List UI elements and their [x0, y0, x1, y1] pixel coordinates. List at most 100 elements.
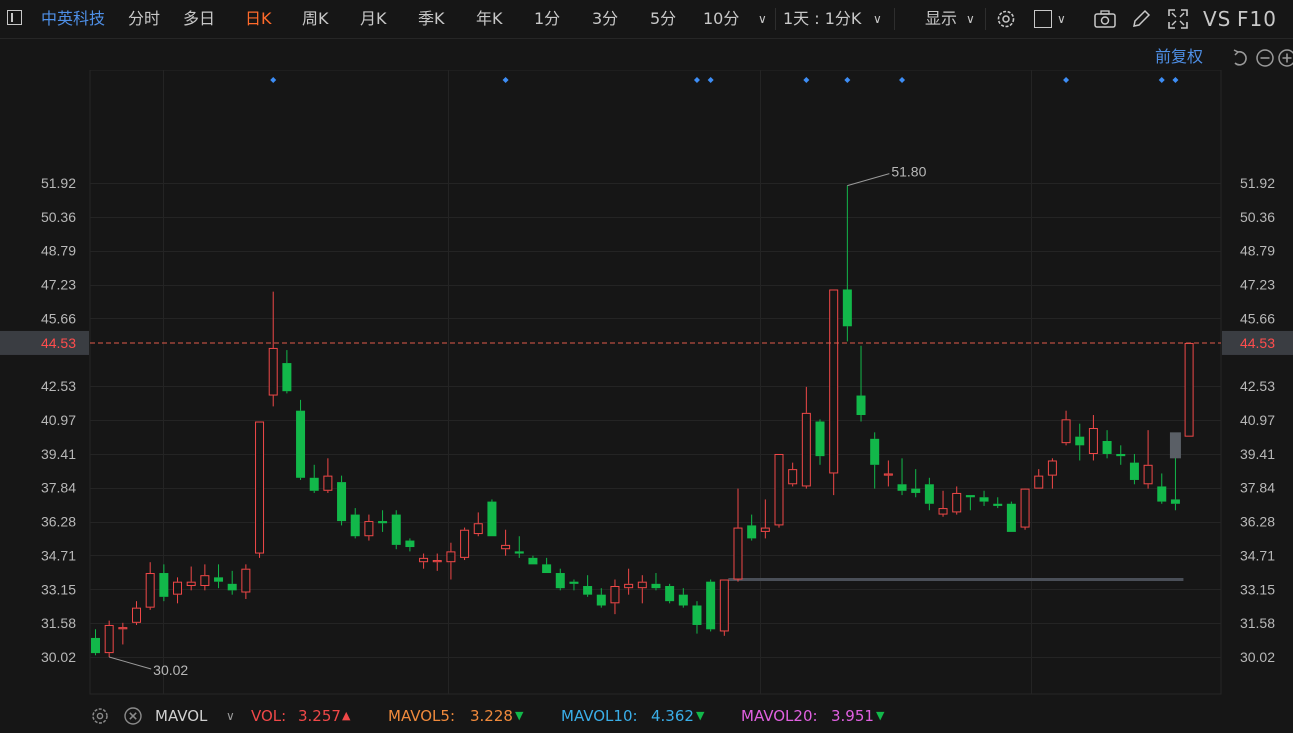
event-marker-icon [502, 77, 509, 83]
candle [747, 514, 757, 541]
f10-button[interactable]: F10 [1237, 0, 1277, 38]
zoom-in-icon[interactable] [1277, 48, 1293, 68]
chart-grid [89, 70, 1222, 695]
candle-body [651, 583, 661, 589]
tab-10min[interactable]: 10分 [703, 0, 739, 38]
vol-label: VOL: [251, 707, 287, 725]
candle-body [692, 605, 702, 625]
price-tick-left: 47.23 [41, 277, 76, 293]
candle-body [350, 514, 360, 537]
candlestick-chart[interactable]: 51.92 51.92 50.36 50.36 48.79 48.79 47.23 47.23… [0, 70, 1293, 700]
candle-body [815, 421, 825, 457]
tab-5min[interactable]: 5分 [650, 0, 676, 38]
candle [186, 566, 196, 591]
candle-body [938, 508, 948, 515]
candle [1034, 469, 1044, 489]
price-tick-left: 50.36 [41, 209, 76, 225]
indicator-chevron-icon[interactable]: ∨ [226, 705, 235, 727]
candle-body [173, 581, 183, 595]
gear-icon[interactable] [90, 706, 110, 726]
candle [473, 512, 483, 537]
event-marker-icon [803, 77, 810, 83]
candle [555, 568, 565, 591]
sidebar-toggle-icon[interactable] [7, 10, 22, 25]
price-tick-right: 48.79 [1240, 243, 1275, 259]
high-price-label: 51.80 [891, 164, 926, 180]
event-marker-icon [899, 77, 906, 83]
pencil-icon[interactable] [1130, 8, 1152, 30]
candle [173, 577, 183, 604]
fullscreen-icon[interactable] [1167, 8, 1189, 30]
candle [719, 579, 729, 636]
candle-body [323, 475, 333, 491]
camera-icon[interactable] [1093, 9, 1117, 29]
undo-icon[interactable] [1230, 48, 1250, 68]
tab-weekly-k[interactable]: 周K [302, 0, 329, 38]
candle [610, 579, 620, 615]
candle [514, 536, 524, 558]
price-adjust-toggle[interactable]: 前复权 [1155, 44, 1203, 70]
tab-quarterly-k[interactable]: 季K [418, 0, 445, 38]
tab-yearly-k[interactable]: 年K [476, 0, 503, 38]
tab-multi-day[interactable]: 多日 [183, 0, 215, 38]
toolbar-divider [894, 8, 895, 30]
candle [268, 291, 278, 407]
tab-daily-k[interactable]: 日K [245, 0, 272, 38]
tabs-more-chevron-icon[interactable]: ∨ [758, 0, 767, 38]
price-tick-left: 31.58 [41, 615, 76, 631]
candles [91, 185, 1194, 657]
candle [132, 601, 142, 625]
period-chevron-icon[interactable]: ∨ [873, 0, 882, 38]
price-tick-left: 34.71 [41, 547, 76, 563]
candle-body [241, 568, 251, 593]
plot-frame [89, 70, 1222, 695]
tab-1min[interactable]: 1分 [534, 0, 560, 38]
vol-value: 3.257 [298, 707, 341, 725]
close-icon[interactable] [123, 706, 143, 726]
candle [1061, 410, 1071, 446]
tab-3min[interactable]: 3分 [592, 0, 618, 38]
candle-body [460, 529, 470, 558]
price-tick-left: 42.53 [41, 378, 76, 394]
candle-body [186, 581, 196, 587]
candle [829, 289, 839, 496]
price-tick-left: 48.79 [41, 243, 76, 259]
candle [350, 508, 360, 539]
mavol10-down-icon: ▼ [696, 709, 705, 722]
candle-body [91, 637, 100, 654]
candle-body [528, 557, 538, 565]
candle-body [1034, 475, 1044, 489]
candle-body [774, 453, 784, 526]
candle-body [405, 540, 415, 548]
price-tick-left: 39.41 [41, 446, 76, 462]
candle-body [760, 527, 770, 532]
toolbar-divider [775, 8, 776, 30]
candle [596, 588, 606, 608]
indicator-name[interactable]: MAVOL [155, 705, 207, 727]
candle-body [1020, 488, 1030, 528]
display-chevron-icon[interactable]: ∨ [966, 0, 975, 38]
candle-body [1184, 342, 1194, 437]
display-menu[interactable]: 显示 [925, 0, 957, 38]
candle-body [596, 594, 606, 606]
candle [391, 510, 401, 550]
candle [706, 579, 716, 632]
candle [870, 432, 880, 489]
tab-monthly-k[interactable]: 月K [360, 0, 387, 38]
price-tick-right: 31.58 [1240, 615, 1275, 631]
layout-chevron-icon[interactable]: ∨ [1057, 0, 1066, 38]
zoom-out-icon[interactable] [1255, 48, 1275, 68]
candle [378, 510, 388, 532]
candle [760, 499, 770, 539]
stock-name[interactable]: 中英科技 [41, 0, 105, 38]
candle [200, 564, 210, 591]
gear-icon[interactable] [995, 8, 1017, 30]
vs-compare-button[interactable]: VS [1203, 0, 1231, 38]
tab-intraday[interactable]: 分时 [128, 0, 160, 38]
candle [1129, 453, 1139, 485]
candle [241, 564, 251, 599]
event-marker-icon [1172, 77, 1179, 83]
period-selector[interactable]: 1天 : 1分K [783, 0, 861, 38]
layout-square-icon[interactable] [1034, 10, 1052, 28]
candle [1088, 415, 1098, 461]
